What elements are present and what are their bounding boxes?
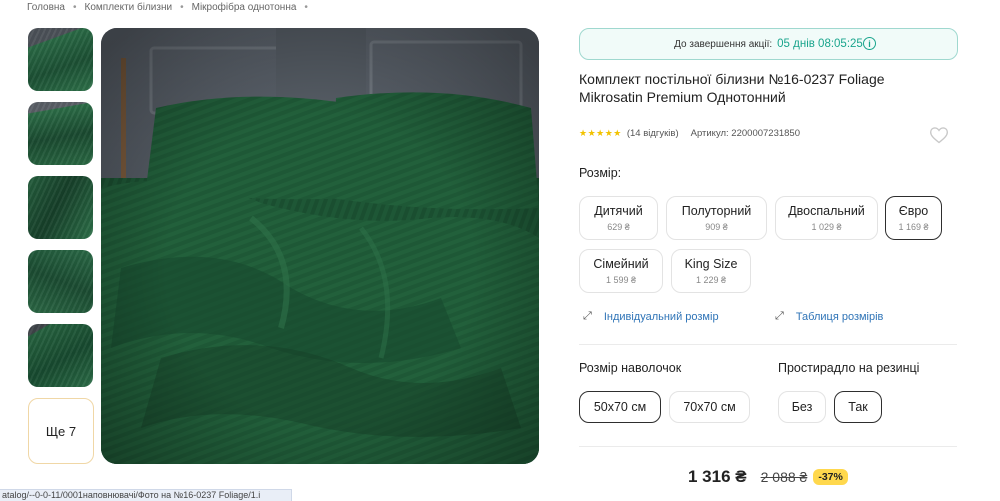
size-option-family[interactable]: Сімейний 1 599 ₴ [579,249,663,293]
individual-size-label: Індивідуальний розмір [603,310,719,323]
heart-icon[interactable] [929,125,949,145]
size-option-name: Сімейний [593,256,649,271]
promo-countdown-banner: До завершення акції: 05 днів 08:05:25 i [579,28,958,60]
old-price: 2 088 ₴ [760,469,808,485]
expand-arrows-icon: ⤢ [583,310,592,322]
size-table-label: Таблиця розмірів [795,310,884,323]
reviews-link[interactable]: (14 відгуків) [627,128,679,139]
promo-label: До завершення акції: [674,38,773,50]
discount-badge: -37% [813,469,848,485]
rating-stars-icon: ★★★★★ [579,128,622,138]
main-product-photo[interactable] [101,28,539,464]
size-option-double[interactable]: Двоспальний 1 029 ₴ [775,196,878,240]
promo-timer: 05 днів 08:05:25 [777,38,863,50]
thumbnail-5[interactable] [28,324,93,387]
price-block: 1 316 ₴ 2 088 ₴ -37% [688,467,848,487]
size-option-euro[interactable]: Євро 1 169 ₴ [885,196,942,240]
breadcrumb-separator: • [180,1,184,13]
pillowcase-option-50x70[interactable]: 50х70 см [579,391,661,423]
breadcrumb-bedding-sets[interactable]: Комплекти білизни [85,2,173,13]
size-label: Розмір: [579,166,622,180]
size-option-king[interactable]: King Size 1 229 ₴ [671,249,751,293]
size-option-price: 629 ₴ [607,221,630,232]
divider [579,344,957,345]
thumbnail-list: Ще 7 [28,28,94,464]
size-option-price: 1 029 ₴ [811,221,842,232]
size-option-price: 909 ₴ [705,221,728,232]
more-photos-button[interactable]: Ще 7 [28,398,94,464]
size-option-kids[interactable]: Дитячий 629 ₴ [579,196,658,240]
size-option-name: Дитячий [594,203,643,218]
size-option-name: Євро [898,203,929,218]
breadcrumb-separator: • [304,1,308,13]
breadcrumb: Головна • Комплекти білизни • Мікрофібра… [27,0,316,14]
breadcrumb-microfiber[interactable]: Мікрофібра однотонна [192,2,297,13]
thumbnail-4[interactable] [28,250,93,313]
size-option-price: 1 229 ₴ [695,274,727,285]
breadcrumb-home[interactable]: Головна [27,2,65,13]
divider [579,446,957,447]
bedding-illustration [101,28,539,464]
thumbnail-1[interactable] [28,28,93,91]
thumbnail-3[interactable] [28,176,93,239]
breadcrumb-separator: • [73,1,77,13]
fitted-sheet-option-no[interactable]: Без [778,391,826,423]
size-option-name: King Size [684,256,738,271]
size-option-price: 1 599 ₴ [605,274,637,285]
size-option-price: 1 169 ₴ [898,221,929,232]
fitted-sheet-option-yes[interactable]: Так [834,391,882,423]
individual-size-link[interactable]: ⤢ Індивідуальний розмір [583,310,719,323]
size-option-name: Двоспальний [788,203,865,218]
size-option-name: Полуторний [681,203,752,218]
expand-arrows-icon: ⤢ [775,310,784,322]
size-table-link[interactable]: ⤢ Таблиця розмірів [775,310,883,323]
browser-status-url: atalog/--0-0-11/0001наповнювачі/Фото на … [0,489,292,501]
product-title: Комплект постільної білизни №16-0237 Fol… [579,71,885,105]
info-icon[interactable]: i [863,37,876,50]
fitted-sheet-label: Простирадло на резинці [778,361,920,375]
pillowcase-label: Розмір наволочок [579,361,682,375]
product-meta: ★★★★★ (14 відгуків) Артикул: 22000072318… [579,128,800,139]
article-number: Артикул: 2200007231850 [690,128,800,139]
thumbnail-2[interactable] [28,102,93,165]
current-price: 1 316 ₴ [688,467,747,486]
pillowcase-option-70x70[interactable]: 70х70 см [669,391,750,423]
size-option-one-and-half[interactable]: Полуторний 909 ₴ [666,196,767,240]
